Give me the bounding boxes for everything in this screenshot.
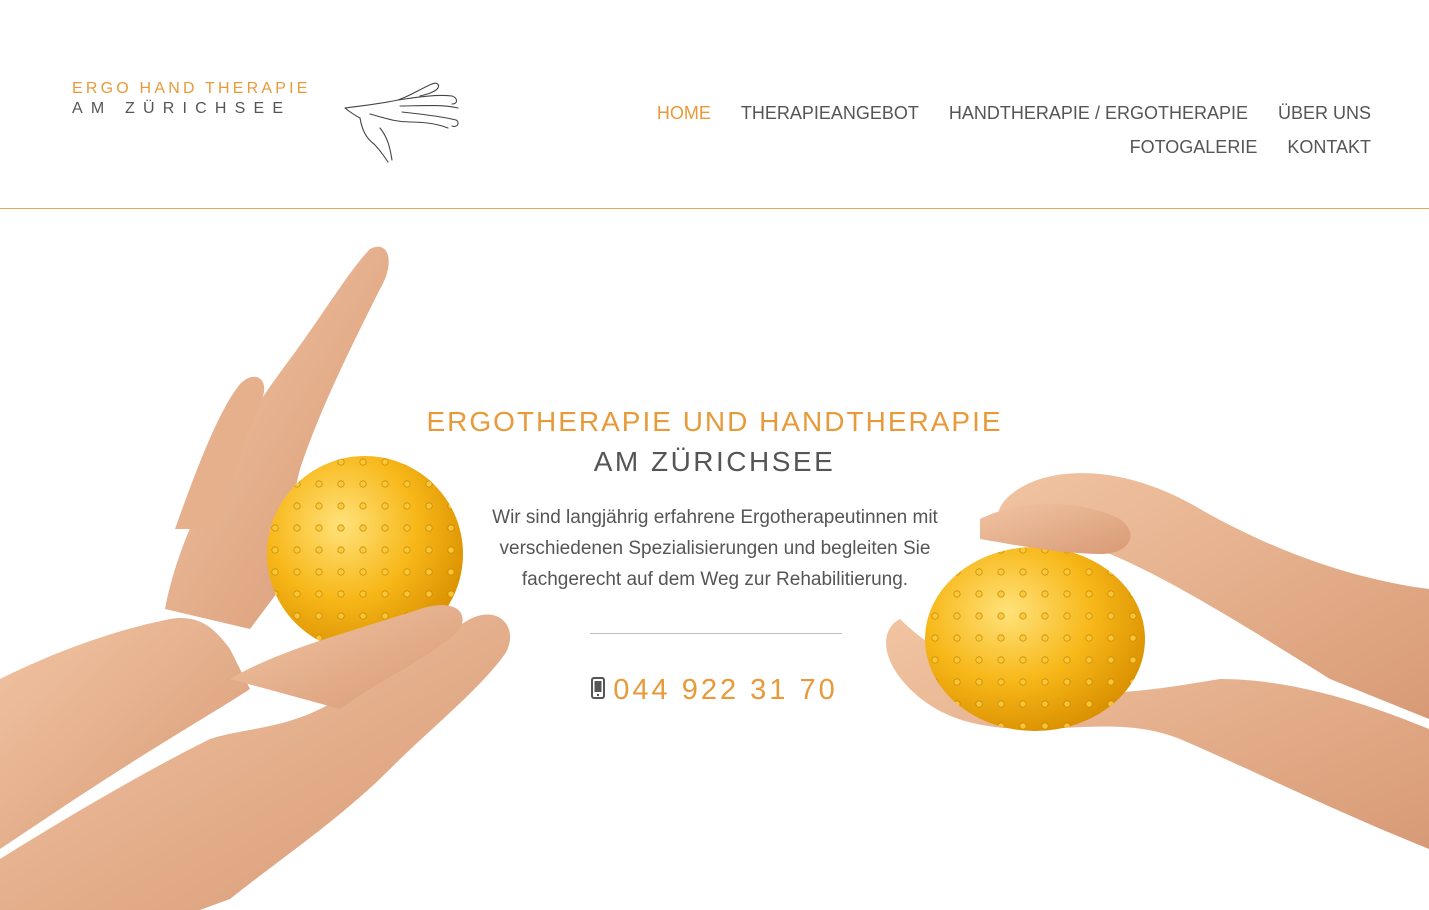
main-nav: HOME THERAPIEANGEBOT HANDTHERAPIE / ERGO… bbox=[611, 96, 1371, 164]
nav-item-home[interactable]: HOME bbox=[657, 103, 711, 124]
nav-item-handtherapie-ergotherapie[interactable]: HANDTHERAPIE / ERGOTHERAPIE bbox=[949, 103, 1248, 124]
hero-description: Wir sind langjährig erfahrene Ergotherap… bbox=[492, 507, 938, 590]
nav-row-1: HOME THERAPIEANGEBOT HANDTHERAPIE / ERGO… bbox=[611, 96, 1371, 130]
logo-line-2: AM ZÜRICHSEE bbox=[72, 100, 292, 117]
nav-item-therapieangebot[interactable]: THERAPIEANGEBOT bbox=[741, 103, 919, 124]
nav-item-fotogalerie[interactable]: FOTOGALERIE bbox=[1130, 137, 1258, 158]
logo-line-1: ERGO HAND THERAPIE bbox=[72, 80, 311, 97]
hero-subtitle: AM ZÜRICHSEE bbox=[593, 446, 836, 477]
nav-item-ueber-uns[interactable]: ÜBER UNS bbox=[1278, 103, 1371, 124]
site-header: ERGO HAND THERAPIE AM ZÜRICHSEE HOME THE… bbox=[0, 0, 1429, 208]
phone-link[interactable]: 044 922 31 70 bbox=[0, 674, 1429, 707]
mobile-phone-icon bbox=[591, 677, 606, 700]
hero-divider bbox=[590, 633, 842, 634]
logo[interactable]: ERGO HAND THERAPIE AM ZÜRICHSEE bbox=[70, 78, 470, 168]
hero-title: ERGOTHERAPIE UND HANDTHERAPIE bbox=[426, 406, 1003, 437]
phone-number: 044 922 31 70 bbox=[613, 674, 838, 706]
hero-section: ERGOTHERAPIE UND HANDTHERAPIE AM ZÜRICHS… bbox=[0, 209, 1429, 910]
hand-sketch-icon bbox=[344, 82, 459, 163]
nav-item-kontakt[interactable]: KONTAKT bbox=[1287, 137, 1371, 158]
nav-row-2: FOTOGALERIE KONTAKT bbox=[611, 130, 1371, 164]
